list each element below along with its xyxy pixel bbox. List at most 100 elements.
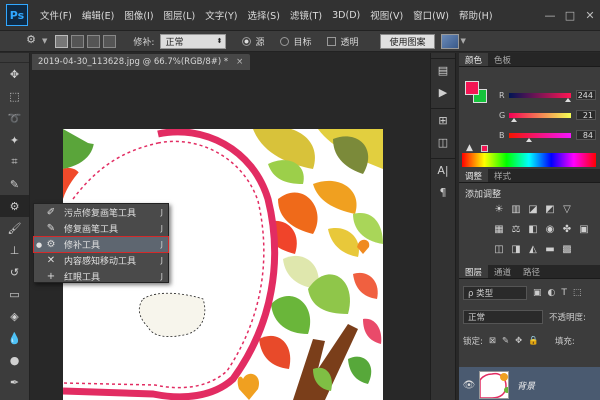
- info-panel-icon[interactable]: ◫: [431, 131, 455, 153]
- foreground-color-swatch[interactable]: [465, 81, 479, 95]
- blur-tool-icon[interactable]: 💧: [0, 327, 29, 349]
- layer-filter-select[interactable]: ρ 类型: [463, 286, 527, 300]
- filter-adjust-icon[interactable]: ◐: [548, 288, 556, 298]
- color-spectrum[interactable]: [462, 153, 596, 167]
- lock-pixels-icon[interactable]: ✎: [502, 336, 509, 346]
- menu-type[interactable]: 文字(Y): [205, 8, 237, 22]
- vibrance-icon[interactable]: ▽: [561, 203, 573, 215]
- paint-bucket-tool-icon[interactable]: ◈: [0, 305, 29, 327]
- character-panel-icon[interactable]: A|: [431, 159, 455, 181]
- menu-window[interactable]: 窗口(W): [413, 8, 449, 22]
- patch-tool-icon[interactable]: ⚙: [0, 195, 29, 217]
- posterize-icon[interactable]: ◨: [510, 243, 522, 255]
- color-balance-icon[interactable]: ⚖: [510, 223, 522, 235]
- menu-edit[interactable]: 编辑(E): [82, 8, 114, 22]
- subtract-selection-button[interactable]: [87, 34, 101, 48]
- blue-value-input[interactable]: 84: [576, 130, 596, 140]
- green-value-input[interactable]: 21: [576, 110, 596, 120]
- filter-shape-icon[interactable]: ⬚: [573, 288, 582, 298]
- history-panel-icon[interactable]: ▤: [431, 59, 455, 81]
- levels-icon[interactable]: ▥: [510, 203, 522, 215]
- lock-all-icon[interactable]: 🔒: [528, 336, 539, 346]
- add-selection-button[interactable]: [71, 34, 85, 48]
- close-document-icon[interactable]: ×: [236, 57, 243, 67]
- filter-pixel-icon[interactable]: ▣: [533, 288, 542, 298]
- tab-layers[interactable]: 图层: [459, 265, 489, 278]
- layer-row-background[interactable]: 👁 背景: [459, 367, 600, 400]
- lasso-tool-icon[interactable]: ➰: [0, 107, 29, 129]
- move-tool-icon[interactable]: ✥: [0, 63, 29, 85]
- blend-mode-select[interactable]: 正常: [463, 310, 543, 324]
- flyout-item-patch[interactable]: ● ⚙ 修补工具 J: [33, 236, 169, 253]
- blue-slider[interactable]: [509, 132, 571, 142]
- selective-color-icon[interactable]: ▩: [561, 243, 573, 255]
- menu-filter[interactable]: 滤镜(T): [290, 8, 322, 22]
- use-pattern-button[interactable]: 使用图案: [380, 33, 435, 49]
- toolbar-grip[interactable]: [0, 53, 29, 63]
- menu-view[interactable]: 视图(V): [370, 8, 403, 22]
- new-selection-button[interactable]: [55, 34, 69, 48]
- gradient-map-icon[interactable]: ▬: [544, 243, 556, 255]
- menu-select[interactable]: 选择(S): [247, 8, 279, 22]
- hue-saturation-icon[interactable]: ▦: [493, 223, 505, 235]
- brightness-icon[interactable]: ☀: [493, 203, 505, 215]
- menu-help[interactable]: 帮助(H): [459, 8, 493, 22]
- magic-wand-tool-icon[interactable]: ✦: [0, 129, 29, 151]
- curves-icon[interactable]: ◪: [527, 203, 539, 215]
- blue-slider-thumb[interactable]: [526, 137, 533, 142]
- gamut-warning-swatch[interactable]: [481, 145, 488, 152]
- tab-styles[interactable]: 样式: [488, 169, 517, 182]
- red-value-input[interactable]: 244: [576, 90, 596, 100]
- document-tab[interactable]: 2019-04-30_113628.jpg @ 66.7%(RGB/8#) * …: [32, 54, 250, 70]
- green-slider-thumb[interactable]: [511, 117, 518, 122]
- pen-tool-icon[interactable]: ✒: [0, 371, 29, 393]
- invert-icon[interactable]: ◫: [493, 243, 505, 255]
- tab-paths[interactable]: 路径: [517, 265, 546, 278]
- stamp-tool-icon[interactable]: ⊥: [0, 239, 29, 261]
- eyedropper-tool-icon[interactable]: ✎: [0, 173, 29, 195]
- menu-3d[interactable]: 3D(D): [332, 10, 360, 21]
- menu-image[interactable]: 图像(I): [124, 8, 153, 22]
- transparent-checkbox[interactable]: [327, 36, 337, 46]
- maximize-button[interactable]: □: [560, 9, 580, 22]
- flyout-item-spot-healing[interactable]: ✐ 污点修复画笔工具 J: [34, 205, 168, 220]
- eye-icon[interactable]: 👁: [459, 380, 479, 391]
- black-white-icon[interactable]: ◧: [527, 223, 539, 235]
- eraser-tool-icon[interactable]: ▭: [0, 283, 29, 305]
- filter-type-icon[interactable]: T: [561, 288, 567, 298]
- chevron-down-icon[interactable]: ▼: [42, 37, 47, 45]
- pattern-picker[interactable]: [440, 33, 459, 49]
- red-slider-thumb[interactable]: [565, 97, 572, 102]
- flyout-item-healing-brush[interactable]: ✎ 修复画笔工具 J: [34, 221, 168, 236]
- marquee-tool-icon[interactable]: ⬚: [0, 85, 29, 107]
- lock-transparency-icon[interactable]: ⊠: [489, 336, 496, 346]
- green-slider[interactable]: [509, 112, 571, 122]
- patch-tool-preset-icon[interactable]: ⚙: [20, 33, 42, 49]
- flyout-item-content-aware-move[interactable]: ✕ 内容感知移动工具 J: [34, 253, 168, 268]
- channel-mixer-icon[interactable]: ✤: [561, 223, 573, 235]
- chevron-down-icon[interactable]: ▼: [461, 37, 466, 45]
- intersect-selection-button[interactable]: [103, 34, 117, 48]
- patch-mode-select[interactable]: 正常 ⬍: [160, 33, 227, 49]
- paragraph-panel-icon[interactable]: ¶: [431, 181, 455, 203]
- menu-layer[interactable]: 图层(L): [164, 8, 196, 22]
- flyout-item-red-eye[interactable]: + 红眼工具 J: [34, 269, 168, 284]
- tab-swatches[interactable]: 色板: [488, 53, 517, 66]
- destination-radio[interactable]: [280, 36, 290, 46]
- crop-tool-icon[interactable]: ⌗: [0, 151, 29, 173]
- tab-color[interactable]: 颜色: [459, 53, 489, 66]
- threshold-icon[interactable]: ◭: [527, 243, 539, 255]
- color-lookup-icon[interactable]: ▣: [578, 223, 590, 235]
- tab-channels[interactable]: 通道: [488, 265, 517, 278]
- minimize-button[interactable]: —: [540, 9, 560, 22]
- exposure-icon[interactable]: ◩: [544, 203, 556, 215]
- brush-tool-icon[interactable]: 🖌: [0, 217, 29, 239]
- red-slider[interactable]: [509, 92, 572, 102]
- photo-filter-icon[interactable]: ◉: [544, 223, 556, 235]
- history-brush-tool-icon[interactable]: ↺: [0, 261, 29, 283]
- properties-panel-icon[interactable]: ⊞: [431, 109, 455, 131]
- lock-position-icon[interactable]: ✥: [515, 336, 522, 346]
- dodge-tool-icon[interactable]: ●: [0, 349, 29, 371]
- close-button[interactable]: ✕: [580, 9, 600, 22]
- source-radio[interactable]: [242, 36, 252, 46]
